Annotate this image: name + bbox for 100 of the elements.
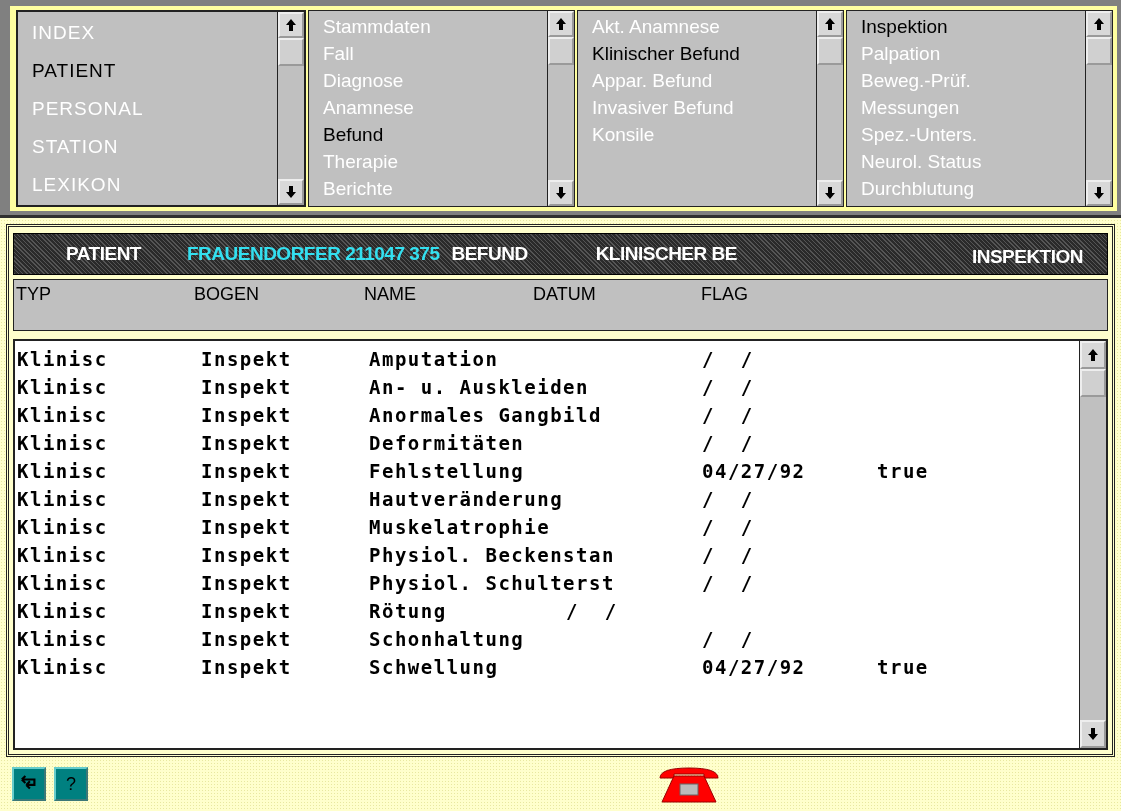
- table-cell: Inspekt: [201, 432, 292, 454]
- scroll-up-button[interactable]: [1086, 11, 1112, 37]
- scrollbar[interactable]: [547, 11, 574, 206]
- table-cell: Inspekt: [201, 572, 292, 594]
- table-cell: / /: [702, 544, 754, 566]
- table-cell: Klinisc: [17, 348, 108, 370]
- menu-item[interactable]: Berichte: [323, 175, 533, 202]
- table-cell: true: [877, 460, 929, 482]
- menu-item[interactable]: INDEX: [32, 14, 263, 52]
- menu-item[interactable]: Klinischer Befund: [592, 40, 802, 67]
- scrollbar[interactable]: [1079, 341, 1106, 748]
- table-cell: Anormales Gangbild: [369, 404, 602, 426]
- up-arrow-icon: [556, 18, 566, 30]
- scroll-down-button[interactable]: [548, 180, 574, 206]
- table-cell: Amputation: [369, 348, 499, 370]
- table-cell: true: [877, 656, 929, 678]
- menu-item[interactable]: STATION: [32, 128, 263, 166]
- menu-item[interactable]: Fall: [323, 40, 533, 67]
- scroll-thumb[interactable]: [548, 37, 574, 65]
- menu-item[interactable]: Befund: [323, 121, 533, 148]
- breadcrumb-item[interactable]: FRAUENDORFER 211047 375: [186, 243, 440, 265]
- table-cell: / /: [702, 516, 754, 538]
- column-header[interactable]: TYP: [14, 284, 194, 305]
- scrollbar[interactable]: [1085, 11, 1112, 206]
- table-cell: / /: [566, 600, 618, 622]
- down-arrow-icon: [1094, 187, 1104, 199]
- column-header[interactable]: BOGEN: [194, 284, 364, 305]
- scroll-thumb[interactable]: [1086, 37, 1112, 65]
- table-cell: Klinisc: [17, 628, 108, 650]
- table-cell: Fehlstellung: [369, 460, 525, 482]
- table-cell: Inspekt: [201, 544, 292, 566]
- menu-item[interactable]: Inspektion: [861, 13, 1071, 40]
- table-cell: Physiol. Schulterst: [369, 572, 615, 594]
- table-cell: 04/27/92: [702, 460, 806, 482]
- menu-item[interactable]: Beweg.-Prüf.: [861, 67, 1071, 94]
- menu-item[interactable]: Akt. Anamnese: [592, 13, 802, 40]
- table-cell: Klinisc: [17, 488, 108, 510]
- menu-item[interactable]: Invasiver Befund: [592, 94, 802, 121]
- breadcrumb-item[interactable]: KLINISCHER BE: [595, 243, 737, 265]
- table-cell: Klinisc: [17, 572, 108, 594]
- menu-item[interactable]: Messungen: [861, 94, 1071, 121]
- table-cell: Inspekt: [201, 600, 292, 622]
- down-arrow-icon: [825, 187, 835, 199]
- table-cell: Inspekt: [201, 488, 292, 510]
- scroll-up-button[interactable]: [817, 11, 843, 37]
- menu-item[interactable]: Palpation: [861, 40, 1071, 67]
- table-cell: Deformitäten: [369, 432, 525, 454]
- table-cell: Inspekt: [201, 404, 292, 426]
- table-cell: 04/27/92: [702, 656, 806, 678]
- menu-item[interactable]: PATIENT: [32, 52, 263, 90]
- table-cell: Klinisc: [17, 544, 108, 566]
- table-cell: Inspekt: [201, 348, 292, 370]
- table-cell: Klinisc: [17, 516, 108, 538]
- menu-item[interactable]: Anamnese: [323, 94, 533, 121]
- column-header[interactable]: FLAG: [701, 284, 748, 305]
- down-arrow-icon: [1088, 728, 1098, 740]
- menu-item[interactable]: Diagnose: [323, 67, 533, 94]
- table-cell: / /: [702, 628, 754, 650]
- up-arrow-icon: [825, 18, 835, 30]
- table-cell: Inspekt: [201, 516, 292, 538]
- table-cell: Inspekt: [201, 656, 292, 678]
- table-cell: Rötung: [369, 600, 447, 622]
- scroll-thumb[interactable]: [278, 38, 304, 66]
- menu-item[interactable]: Therapie: [323, 148, 533, 175]
- back-button[interactable]: [12, 767, 46, 801]
- breadcrumb-item[interactable]: PATIENT: [66, 243, 141, 265]
- menu-item[interactable]: PERSONAL: [32, 90, 263, 128]
- menu-item[interactable]: Durchblutung: [861, 175, 1071, 202]
- menu-item[interactable]: Neurol. Status: [861, 148, 1071, 175]
- table-cell: An- u. Auskleiden: [369, 376, 589, 398]
- scroll-down-button[interactable]: [817, 180, 843, 206]
- up-arrow-icon: [1088, 349, 1098, 361]
- breadcrumb-item[interactable]: INSPEKTION: [957, 238, 1097, 270]
- telephone-icon[interactable]: [656, 764, 722, 804]
- down-arrow-icon: [286, 186, 296, 198]
- scroll-thumb[interactable]: [1080, 369, 1106, 397]
- column-header[interactable]: DATUM: [533, 284, 701, 305]
- table-cell: / /: [702, 348, 754, 370]
- scroll-up-button[interactable]: [1080, 341, 1106, 369]
- breadcrumb-item[interactable]: BEFUND: [451, 243, 528, 265]
- table-cell: / /: [702, 404, 754, 426]
- help-button[interactable]: ?: [54, 767, 88, 801]
- up-arrow-icon: [1094, 18, 1104, 30]
- scrollbar[interactable]: [277, 12, 304, 205]
- scroll-thumb[interactable]: [817, 37, 843, 65]
- menu-item[interactable]: Appar. Befund: [592, 67, 802, 94]
- menu-item[interactable]: Konsile: [592, 121, 802, 148]
- table-cell: Klinisc: [17, 460, 108, 482]
- table-cell: Klinisc: [17, 656, 108, 678]
- scroll-down-button[interactable]: [1080, 720, 1106, 748]
- scroll-up-button[interactable]: [278, 12, 304, 38]
- scroll-up-button[interactable]: [548, 11, 574, 37]
- menu-item[interactable]: Stammdaten: [323, 13, 533, 40]
- menu-item[interactable]: Spez.-Unters.: [861, 121, 1071, 148]
- scroll-down-button[interactable]: [1086, 180, 1112, 206]
- scroll-down-button[interactable]: [278, 179, 304, 205]
- column-header[interactable]: NAME: [364, 284, 533, 305]
- table-cell: Schonhaltung: [369, 628, 525, 650]
- scrollbar[interactable]: [816, 11, 843, 206]
- menu-item[interactable]: LEXIKON: [32, 166, 263, 204]
